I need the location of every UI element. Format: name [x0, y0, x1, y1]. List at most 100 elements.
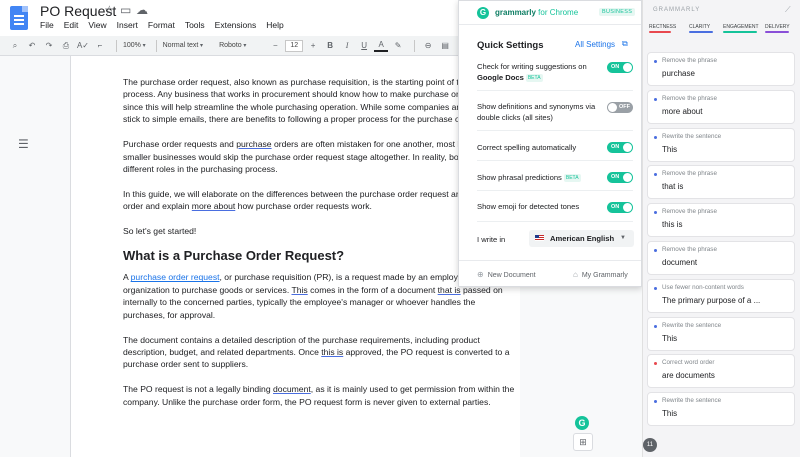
search-menus-icon[interactable]: ⌕: [8, 39, 22, 53]
toolbar-divider: [116, 39, 117, 52]
suggestion-card[interactable]: Remove the phrase more about: [647, 89, 795, 124]
suggestion-card[interactable]: Remove the phrase purchase: [647, 52, 795, 86]
menu-edit[interactable]: Edit: [64, 20, 79, 30]
category-dot-icon: [654, 60, 657, 63]
suggestion-card[interactable]: Rewrite the sentence This: [647, 127, 795, 162]
suggestion-text: The primary purpose of a ...: [662, 295, 761, 305]
zoom-select[interactable]: 100%: [123, 42, 146, 49]
flagged-word[interactable]: document: [273, 384, 311, 394]
hyperlink[interactable]: purchase order request: [131, 272, 220, 282]
suggestion-text: This: [662, 409, 678, 419]
increase-font-size-icon[interactable]: +: [306, 39, 320, 53]
menu-tools[interactable]: Tools: [185, 20, 205, 30]
suggestion-card[interactable]: Remove the phrase this is: [647, 203, 795, 238]
suggestion-action: Remove the phrase: [662, 208, 717, 216]
suggestion-action: Remove the phrase: [662, 57, 717, 64]
language-select[interactable]: American English ▼: [529, 230, 634, 247]
suggestion-card[interactable]: Remove the phrase document: [647, 240, 795, 275]
font-select[interactable]: Roboto: [219, 42, 246, 49]
move-folder-icon[interactable]: ▭: [120, 3, 131, 17]
flagged-word[interactable]: more about: [192, 201, 235, 211]
flagged-word[interactable]: purchase: [236, 139, 271, 149]
my-grammarly-button[interactable]: ⌂ My Grammarly: [573, 270, 628, 279]
paragraph[interactable]: Purchase order requests and purchase ord…: [123, 138, 515, 175]
tab-engagement[interactable]: ENGAGEMENT: [723, 24, 759, 33]
menu-help[interactable]: Help: [266, 20, 283, 30]
tab-indicator: [765, 31, 789, 33]
print-icon[interactable]: ⎙: [59, 39, 73, 53]
external-link-icon[interactable]: ⧉: [622, 39, 628, 49]
decrease-font-size-icon[interactable]: −: [268, 39, 282, 53]
insert-link-icon[interactable]: ⊖: [421, 39, 435, 53]
flagged-word[interactable]: this is: [321, 347, 343, 357]
suggestion-card[interactable]: Rewrite the sentence This: [647, 316, 795, 351]
language-value: American English: [550, 234, 615, 243]
suggestion-action: Rewrite the sentence: [662, 321, 722, 329]
category-dot-icon: [654, 173, 657, 177]
bold-icon[interactable]: B: [323, 39, 337, 53]
italic-icon[interactable]: I: [340, 39, 354, 53]
us-flag-icon: [535, 235, 544, 241]
menu-extensions[interactable]: Extensions: [215, 20, 257, 30]
paragraph[interactable]: In this guide, we will elaborate on the …: [123, 188, 515, 213]
paragraph[interactable]: A purchase order request, or purchase re…: [123, 271, 515, 321]
toggle-writing-suggestions[interactable]: ON: [607, 62, 633, 73]
paragraph[interactable]: So let's get started!: [123, 225, 515, 237]
suggestion-card[interactable]: Use fewer non-content words The primary p…: [647, 278, 795, 313]
all-settings-link[interactable]: All Settings: [575, 40, 615, 49]
insert-comment-icon[interactable]: ▤: [438, 39, 452, 53]
menu-file[interactable]: File: [40, 20, 54, 30]
paragraph[interactable]: The purchase order request, also known a…: [123, 76, 515, 126]
option-divider: [477, 130, 633, 131]
add-comment-side-icon[interactable]: ⊞: [573, 433, 593, 451]
popup-header: G grammarly for Chrome BUSINESS: [459, 1, 641, 25]
flagged-word[interactable]: This: [291, 285, 307, 295]
menu-format[interactable]: Format: [148, 20, 175, 30]
option-emoji-tones: Show emoji for detected tones: [477, 202, 580, 211]
paragraph[interactable]: The document contains a detailed descrip…: [123, 334, 515, 371]
toggle-correct-spelling[interactable]: ON: [607, 142, 633, 153]
suggestion-card[interactable]: Remove the phrase that is: [647, 165, 795, 200]
collapse-sidebar-icon[interactable]: ⟋: [785, 5, 791, 15]
highlight-color-icon[interactable]: ✎: [391, 39, 405, 53]
tab-delivery[interactable]: DELIVERY: [765, 24, 790, 33]
suggestion-card[interactable]: Correct word order are documents: [647, 354, 795, 389]
document-outline-icon[interactable]: ☰: [18, 137, 29, 151]
section-heading[interactable]: What is a Purchase Order Request?: [123, 249, 515, 262]
font-size-input[interactable]: 12: [285, 39, 304, 52]
docs-logo-icon[interactable]: [10, 6, 28, 30]
toggle-emoji-tones[interactable]: ON: [607, 202, 633, 213]
redo-icon[interactable]: ↷: [42, 39, 56, 53]
paint-format-icon[interactable]: ⌐: [93, 39, 107, 53]
underline-icon[interactable]: U: [357, 39, 371, 53]
toolbar-divider: [414, 39, 416, 52]
toggle-phrasal-predictions[interactable]: ON: [607, 172, 633, 183]
tab-correctness[interactable]: RECTNESS: [649, 24, 677, 33]
suggestion-action: Remove the phrase: [662, 170, 717, 178]
tab-label: RECTNESS: [649, 24, 677, 30]
tab-clarity[interactable]: CLARITY: [689, 24, 713, 33]
cloud-status-icon[interactable]: ☁: [136, 3, 148, 17]
style-select[interactable]: Normal text: [163, 42, 203, 49]
star-icon[interactable]: ☆: [104, 3, 115, 17]
menu-view[interactable]: View: [88, 20, 106, 30]
toggle-definitions[interactable]: OFF: [607, 102, 633, 113]
quick-settings-title: Quick Settings: [477, 40, 544, 51]
paragraph[interactable]: The PO request is not a legally binding …: [123, 383, 515, 408]
suggestion-action: Correct word order: [662, 359, 715, 367]
option-divider: [477, 221, 633, 222]
text-run: The PO request is not a legally binding: [123, 384, 274, 395]
grammarly-button-icon[interactable]: G: [575, 416, 589, 430]
undo-icon[interactable]: ↶: [25, 39, 39, 53]
option-bold-label: Google Docs: [477, 73, 524, 82]
grammarly-sidebar: GRAMMARLY ⟋ RECTNESS CLARITY ENGAGEMENT …: [642, 0, 800, 457]
spellcheck-icon[interactable]: A✓: [76, 39, 90, 53]
plus-circle-icon: ⊕: [477, 270, 484, 279]
new-document-button[interactable]: ⊕ New Document: [477, 270, 536, 279]
suggestion-action: Remove the phrase: [662, 94, 717, 102]
suggestion-card[interactable]: Rewrite the sentence This: [647, 392, 795, 427]
document-page[interactable]: The purchase order request, also known a…: [70, 56, 520, 457]
menu-insert[interactable]: Insert: [117, 20, 138, 30]
text-color-icon[interactable]: A: [374, 40, 389, 52]
document-body[interactable]: The purchase order request, also known a…: [123, 76, 515, 421]
